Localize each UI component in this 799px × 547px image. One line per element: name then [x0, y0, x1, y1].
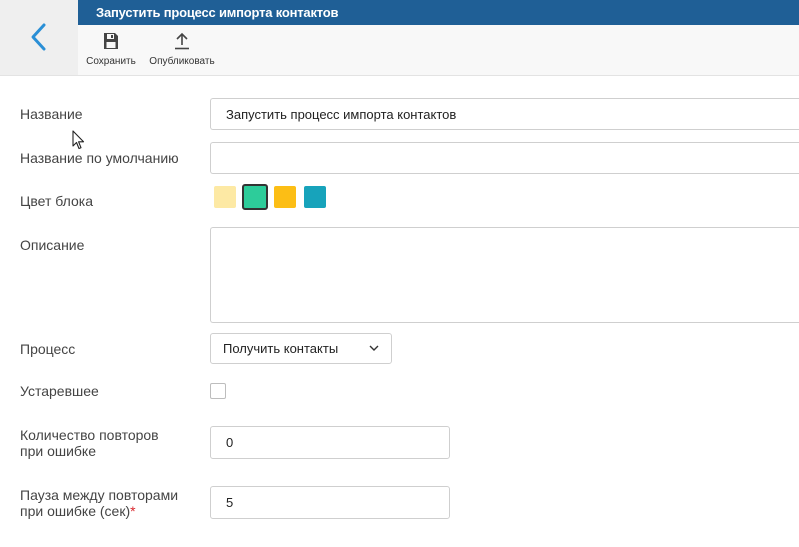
- name-input[interactable]: Запустить процесс импорта контактов: [210, 98, 799, 130]
- color-swatch-light-yellow[interactable]: [210, 182, 240, 212]
- process-label: Процесс: [20, 341, 76, 357]
- block-color-label: Цвет блока: [20, 193, 93, 209]
- color-swatches: [210, 182, 330, 212]
- obsolete-label: Устаревшее: [20, 383, 99, 399]
- publish-button[interactable]: Опубликовать: [146, 25, 218, 75]
- retry-count-label-line1: Количество повторов: [20, 427, 159, 443]
- retry-pause-label: Пауза между повторами при ошибке (сек)*: [20, 487, 178, 519]
- retry-pause-label-line2: при ошибке (сек): [20, 503, 131, 519]
- retry-count-label-line2: при ошибке: [20, 443, 97, 459]
- mouse-cursor-icon: [72, 130, 85, 150]
- back-button[interactable]: [0, 0, 78, 75]
- header-divider: [0, 75, 799, 76]
- save-button-label: Сохранить: [86, 56, 136, 67]
- publish-button-label: Опубликовать: [149, 56, 215, 67]
- obsolete-checkbox[interactable]: [210, 383, 226, 399]
- toolbar: Сохранить Опубликовать: [78, 25, 799, 75]
- floppy-disk-icon: [104, 33, 118, 49]
- page-title: Запустить процесс импорта контактов: [78, 0, 799, 25]
- required-mark: *: [130, 503, 136, 519]
- chevron-down-icon: [369, 345, 379, 351]
- description-label: Описание: [20, 237, 85, 253]
- default-name-input[interactable]: [210, 142, 799, 174]
- description-textarea[interactable]: [210, 227, 799, 323]
- process-select-value: Получить контакты: [223, 341, 339, 356]
- retry-count-input[interactable]: 0: [210, 426, 450, 459]
- chevron-left-icon: [31, 23, 46, 51]
- retry-count-label: Количество повторов при ошибке: [20, 427, 159, 459]
- upload-arrow-icon: [175, 32, 189, 50]
- color-swatch-amber[interactable]: [270, 182, 300, 212]
- color-swatch-teal[interactable]: [300, 182, 330, 212]
- process-select[interactable]: Получить контакты: [210, 333, 392, 364]
- color-swatch-green[interactable]: [240, 182, 270, 212]
- default-name-label: Название по умолчанию: [20, 150, 179, 166]
- header: Запустить процесс импорта контактов Сохр…: [0, 0, 799, 76]
- retry-pause-label-line1: Пауза между повторами: [20, 487, 179, 503]
- name-label: Название: [20, 106, 83, 122]
- save-button[interactable]: Сохранить: [82, 25, 140, 75]
- retry-pause-input[interactable]: 5: [210, 486, 450, 519]
